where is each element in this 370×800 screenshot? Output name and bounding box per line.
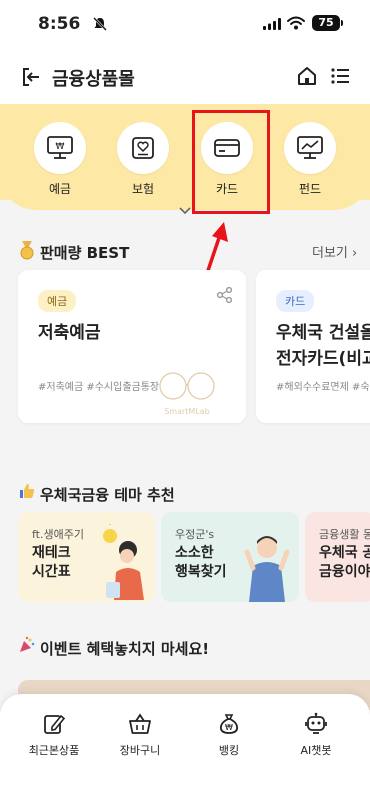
nav-ai-chatbot[interactable]: AI챗봇: [276, 712, 356, 758]
theme-card-subtitle: 금융생활 동: [319, 528, 370, 541]
category-label: 보험: [131, 182, 155, 196]
nav-label: AI챗봇: [300, 744, 332, 757]
product-tags: #저축예금 #수시입출금통장: [38, 382, 160, 393]
highlight-box: [192, 110, 270, 214]
medal-icon: [20, 241, 34, 260]
best-card-card[interactable]: 카드 우체국 건설올 전자카드(비교 #해외수수료면제 #숙박: [256, 270, 370, 423]
nav-recent-products[interactable]: 최근본상품: [14, 712, 94, 758]
wifi-icon: [287, 16, 305, 30]
robot-icon: [305, 712, 327, 734]
theme-card-3[interactable]: 금융생활 동 우체국 공 금융이야: [305, 512, 370, 602]
illustration-person-idea: [103, 524, 144, 600]
illustration-happy-man: [244, 536, 290, 602]
more-link-label: 더보기: [312, 246, 348, 261]
svg-text:SmartMLab: SmartMLab: [164, 407, 210, 416]
nav-label: 장바구니: [119, 744, 161, 757]
svg-text:₩: ₩: [225, 723, 233, 732]
basket-icon: [129, 713, 151, 734]
theme-card-subtitle: ft.생애주기: [32, 528, 84, 541]
product-name-line2: 전자카드(비교: [276, 349, 370, 369]
best-section-title: 판매량 BEST: [40, 244, 130, 262]
party-popper-icon: [20, 636, 35, 652]
edit-note-icon: [44, 714, 66, 734]
theme-card-title-line1: 소소한: [175, 545, 214, 561]
event-section-title: 이벤트 혜택놓치지 마세요!: [40, 640, 210, 658]
theme-card-subtitle: 우정군's: [175, 528, 215, 541]
category-badge: 예금: [38, 290, 77, 312]
category-label: 펀드: [298, 182, 322, 196]
page-title: 금융상품몰: [52, 69, 135, 90]
thumbs-up-icon: [20, 484, 35, 498]
theme-card-title-line2: 금융이야: [319, 564, 370, 580]
theme-card-title-line1: 우체국 공: [319, 545, 370, 561]
category-deposit[interactable]: ₩ 예금: [30, 122, 90, 197]
watermark-logo: SmartMLab: [159, 372, 215, 416]
more-link[interactable]: 더보기 ›: [312, 242, 357, 261]
fund-chart-icon: [297, 136, 323, 159]
nav-banking[interactable]: ₩ 뱅킹: [189, 712, 269, 758]
theme-section-title: 우체국금융 테마 추천: [40, 486, 175, 504]
nav-label: 최근본상품: [28, 744, 80, 757]
status-time: 8:56: [38, 14, 81, 34]
battery-indicator: 75: [312, 15, 343, 31]
product-name-line1: 우체국 건설올: [276, 323, 370, 343]
category-fund[interactable]: 펀드: [280, 122, 340, 197]
category-insurance[interactable]: 보험: [113, 122, 173, 197]
bell-off-icon: [93, 17, 107, 31]
product-tags: #해외수수료면제 #숙박: [276, 382, 370, 393]
theme-card-2[interactable]: 우정군's 소소한 행복찾기: [161, 512, 299, 602]
theme-card-title-line2: 행복찾기: [175, 564, 227, 580]
money-bag-icon: ₩: [219, 714, 239, 734]
status-bar: 8:56 75: [0, 0, 370, 50]
product-name: 저축예금: [38, 323, 101, 343]
theme-card-1[interactable]: ft.생애주기 재테크 시간표: [18, 512, 155, 602]
nav-label: 뱅킹: [218, 744, 240, 757]
logout-back-icon[interactable]: [20, 66, 42, 88]
cellular-signal-icon: [263, 18, 281, 30]
app-header: 금융상품몰: [0, 50, 370, 104]
theme-card-title-line2: 시간표: [32, 564, 71, 580]
svg-text:₩: ₩: [56, 142, 65, 152]
nav-cart[interactable]: 장바구니: [100, 712, 180, 758]
theme-card-title-line1: 재테크: [32, 545, 71, 561]
chevron-down-icon[interactable]: [178, 206, 192, 216]
deposit-monitor-icon: ₩: [47, 136, 73, 159]
list-menu-icon[interactable]: [330, 66, 350, 86]
category-label: 예금: [48, 182, 72, 196]
category-badge: 카드: [276, 290, 315, 312]
home-icon[interactable]: [296, 65, 318, 87]
insurance-heart-icon: [132, 137, 154, 159]
bottom-navigation: 최근본상품 장바구니 ₩ 뱅킹 AI챗봇: [0, 694, 370, 800]
share-icon[interactable]: [216, 286, 234, 304]
